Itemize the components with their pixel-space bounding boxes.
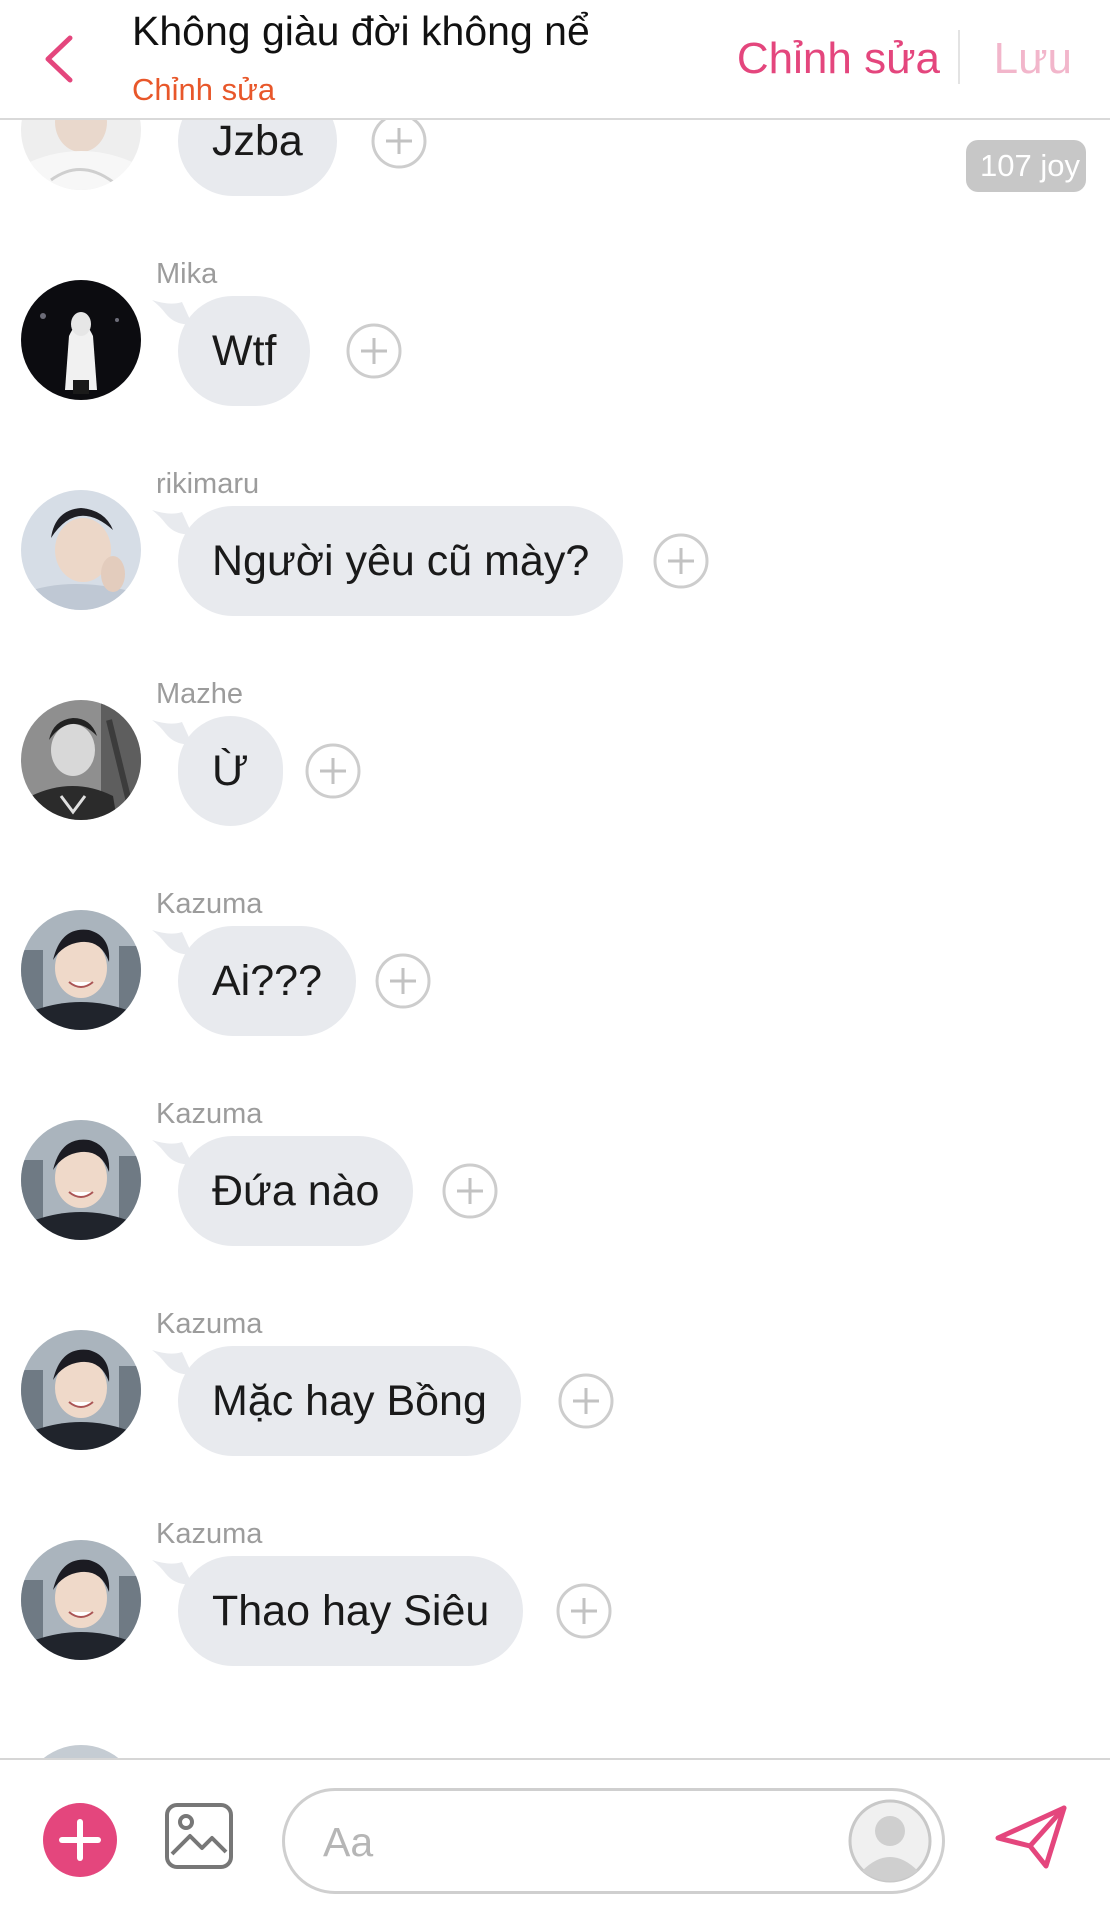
avatar[interactable] — [21, 280, 141, 400]
message-row: Mika Wtf — [0, 258, 1110, 480]
message-bubble[interactable]: Ai??? — [178, 926, 356, 1036]
plus-circle-icon[interactable] — [375, 953, 431, 1009]
plus-circle-icon[interactable] — [442, 1163, 498, 1219]
chat-title: Không giàu đời không nể — [132, 8, 590, 54]
sender-name: Kazuma — [156, 1308, 263, 1340]
save-button[interactable]: Lưu — [994, 34, 1072, 84]
sender-name: Mazhe — [156, 678, 244, 710]
plus-icon[interactable] — [42, 1802, 118, 1878]
chevron-left-icon — [45, 35, 73, 83]
avatar[interactable] — [21, 700, 141, 820]
sender-name: rikimaru — [156, 468, 260, 500]
plus-circle-icon[interactable] — [556, 1583, 612, 1639]
composer-bar — [0, 1758, 1110, 1920]
sender-name: Kazuma — [156, 888, 263, 920]
avatar[interactable] — [21, 1540, 141, 1660]
message-row: Kazuma Mặc hay Bồng — [0, 1308, 1110, 1530]
header: Không giàu đời không nể Chỉnh sửa Chỉnh … — [0, 0, 1110, 120]
plus-circle-icon[interactable] — [305, 743, 361, 799]
message-bubble[interactable]: Wtf — [178, 296, 311, 406]
avatar[interactable] — [21, 1330, 141, 1450]
sender-name: Kazuma — [156, 1518, 263, 1550]
edit-button[interactable]: Chỉnh sửa — [737, 34, 940, 84]
avatar[interactable] — [21, 490, 141, 610]
chat-subtitle: Chỉnh sửa — [132, 72, 276, 107]
avatar[interactable] — [21, 910, 141, 1030]
message-input[interactable] — [321, 1811, 825, 1873]
message-input-field[interactable] — [282, 1788, 945, 1894]
message-bubble[interactable]: Người yêu cũ mày? — [178, 506, 624, 616]
plus-circle-icon[interactable] — [371, 113, 427, 169]
image-icon[interactable] — [164, 1802, 234, 1870]
message-row: Kazuma Đứa nào — [0, 1098, 1110, 1320]
message-bubble[interactable]: Mặc hay Bồng — [178, 1346, 521, 1456]
header-divider — [958, 30, 960, 84]
message-bubble[interactable]: Đứa nào — [178, 1136, 414, 1246]
avatar-silhouette-icon[interactable] — [848, 1799, 932, 1883]
message-bubble[interactable]: Ừ — [178, 716, 283, 826]
sender-name: Kazuma — [156, 1098, 263, 1130]
message-row: Kazuma Ai??? — [0, 888, 1110, 1110]
joy-count-badge: 107 joy — [966, 140, 1086, 192]
paper-plane-icon[interactable] — [994, 1804, 1068, 1870]
chat-screen: Không giàu đời không nể Chỉnh sửa Chỉnh … — [0, 0, 1110, 1920]
plus-circle-icon[interactable] — [346, 323, 402, 379]
message-row: Mazhe Ừ — [0, 678, 1110, 900]
message-row: Kazuma Thao hay Siêu — [0, 1518, 1110, 1740]
message-bubble[interactable]: Thao hay Siêu — [178, 1556, 524, 1666]
plus-circle-icon[interactable] — [653, 533, 709, 589]
message-row: rikimaru Người yêu cũ mày? — [0, 468, 1110, 690]
sender-name: Mika — [156, 258, 218, 290]
avatar[interactable] — [21, 1120, 141, 1240]
plus-circle-icon[interactable] — [558, 1373, 614, 1429]
back-button[interactable] — [36, 30, 86, 88]
